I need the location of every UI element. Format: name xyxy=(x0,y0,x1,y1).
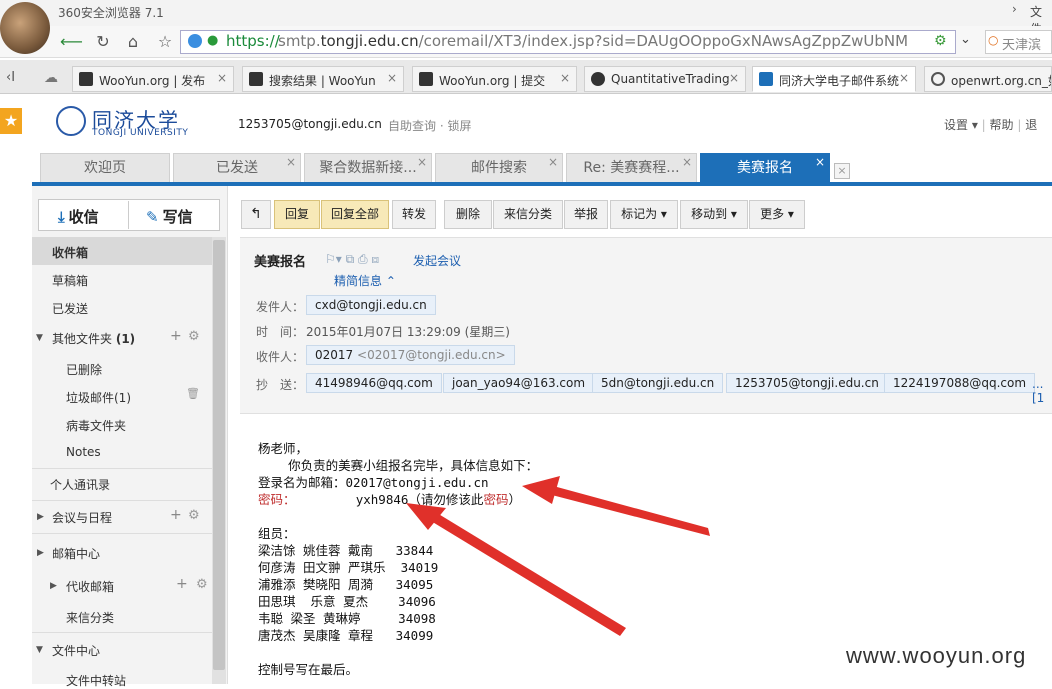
arrow-to-password xyxy=(406,503,626,636)
arrow-to-login xyxy=(522,476,710,536)
user-avatar-image[interactable] xyxy=(0,2,50,54)
watermark: www.wooyun.org xyxy=(846,643,1027,668)
annotation-arrows xyxy=(406,476,710,636)
